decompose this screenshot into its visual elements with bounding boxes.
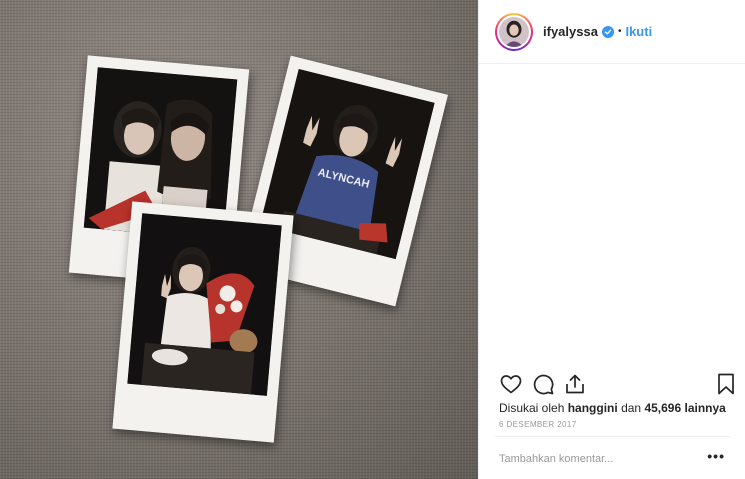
likes-count-link[interactable]: 45,696: [644, 401, 681, 415]
post-sidebar: ifyalyssa • Ikuti Disukai oleh hanggini …: [478, 0, 745, 479]
post-header: ifyalyssa • Ikuti: [479, 0, 745, 64]
post-actions: [495, 372, 734, 396]
more-options-icon[interactable]: •••: [707, 448, 725, 464]
post-photo[interactable]: ALYNCAH: [0, 0, 478, 479]
liker-username-link[interactable]: hanggini: [568, 401, 618, 415]
comment-icon[interactable]: [531, 372, 555, 396]
verified-icon: [601, 25, 614, 38]
comment-input[interactable]: Tambahkan komentar...: [499, 453, 613, 465]
likes-others-link[interactable]: lainnya: [684, 401, 725, 415]
divider: [495, 436, 730, 437]
avatar[interactable]: [495, 12, 533, 51]
share-icon[interactable]: [563, 372, 587, 396]
follow-button[interactable]: Ikuti: [625, 24, 652, 39]
post-date[interactable]: 6 DESEMBER 2017: [499, 420, 577, 429]
instagram-post: ALYNCAH ifyalyssa • Ikuti Disukai oleh h…: [0, 0, 745, 479]
likes-summary: Disukai oleh hanggini dan 45,696 lainnya: [499, 401, 726, 415]
polaroid-image: [127, 213, 282, 396]
bookmark-icon[interactable]: [714, 372, 738, 396]
heart-icon[interactable]: [499, 372, 523, 396]
avatar-image: [499, 16, 529, 47]
username-link[interactable]: ifyalyssa: [543, 24, 598, 39]
separator-dot: •: [617, 26, 622, 37]
polaroid-photo-3: [112, 201, 294, 443]
